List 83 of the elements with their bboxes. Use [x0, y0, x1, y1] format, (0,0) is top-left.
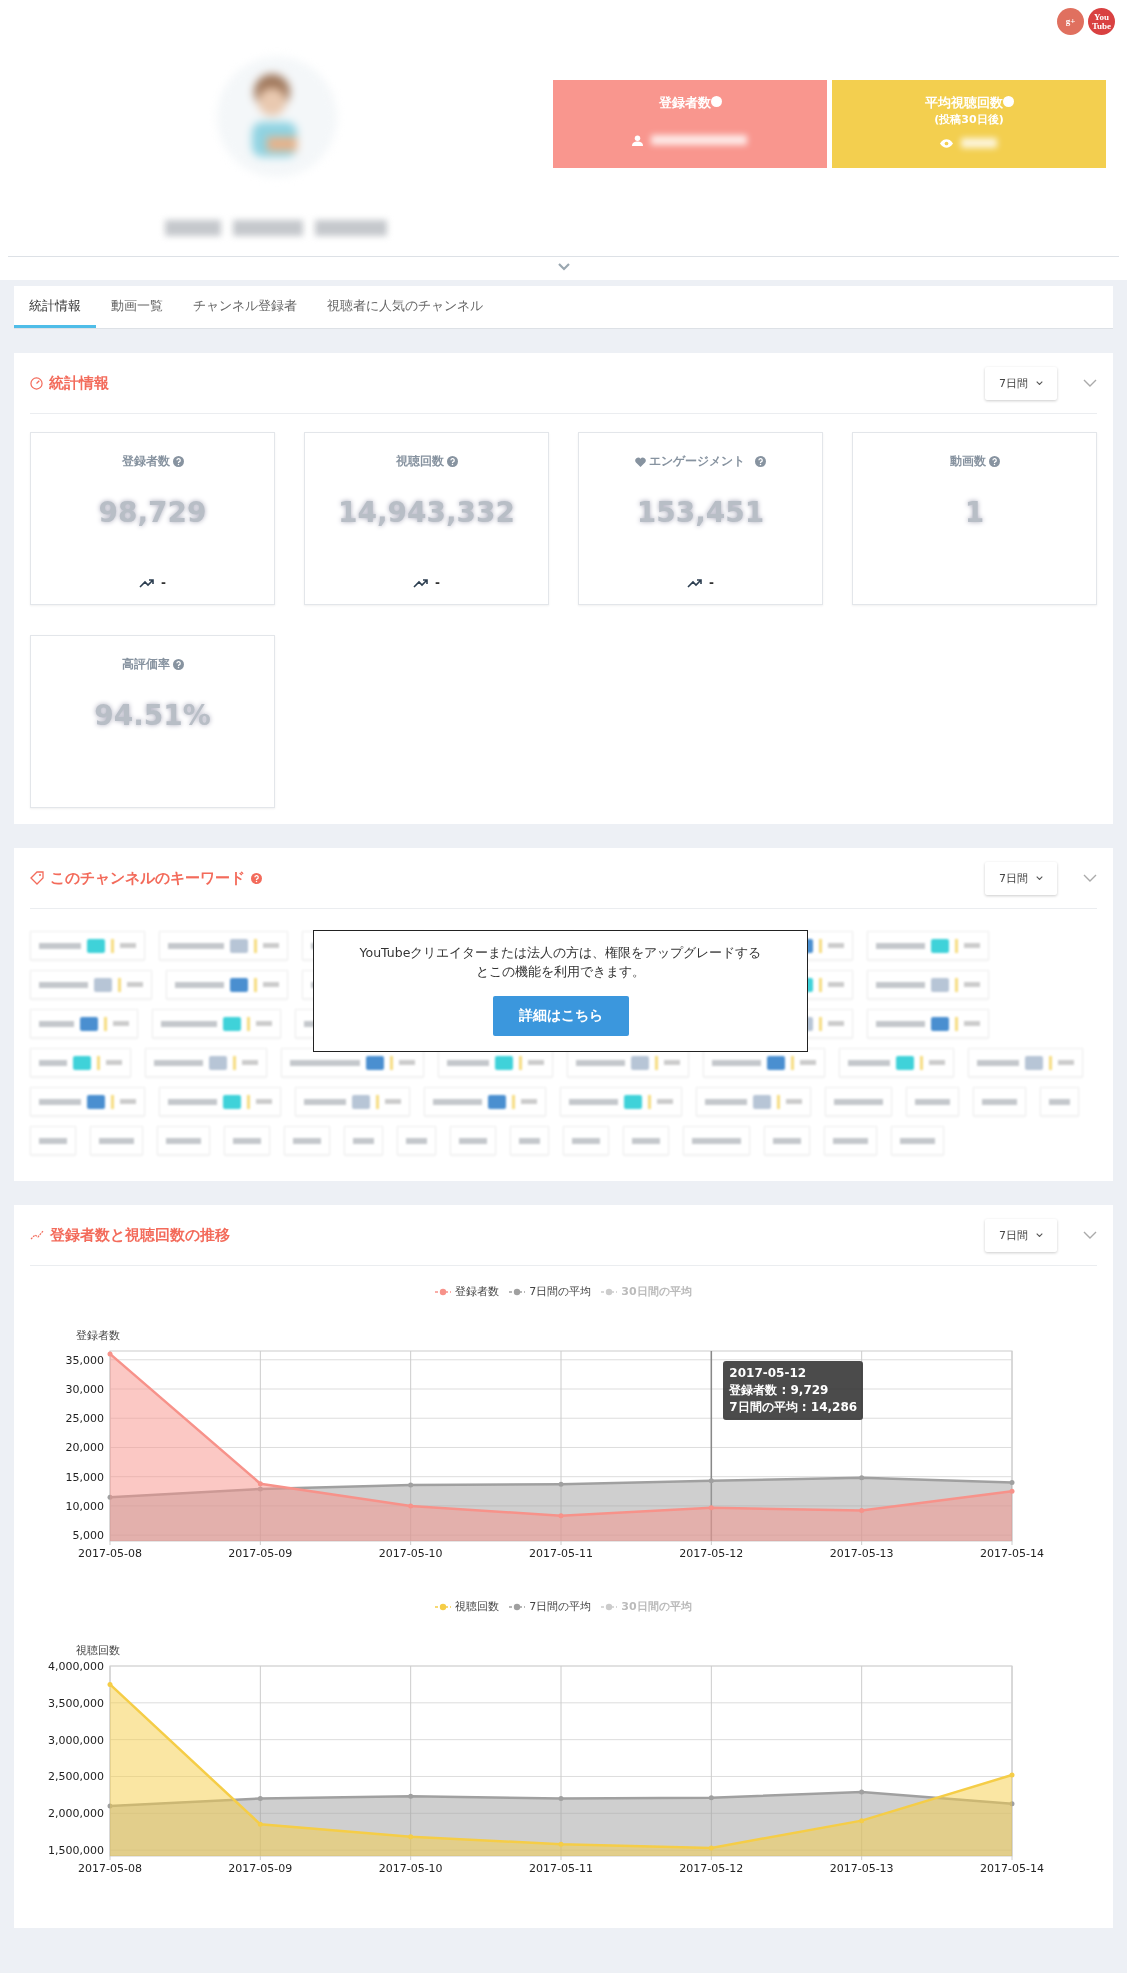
x-tick-label: 2017-05-12 — [679, 1862, 744, 1875]
stat-label: 平均視聴回数 — [924, 94, 1014, 112]
youtube-link[interactable]: You Tube — [1088, 8, 1115, 35]
stat-value: 94.51% — [94, 699, 211, 732]
trend-value: - — [161, 576, 166, 590]
legend-item[interactable]: 登録者数 — [435, 1284, 500, 1299]
heart-icon — [635, 456, 646, 467]
y-tick-label: 15,000 — [65, 1470, 104, 1484]
notice-text: YouTubeクリエイターまたは法人の方は、権限をアップグレードするとこの機能を利用できます。 — [358, 944, 763, 981]
section-title: 登録者数と視聴回数の推移 — [50, 1225, 230, 1245]
x-tick-label: 2017-05-09 — [228, 1547, 293, 1560]
y-tick-label: 30,000 — [65, 1383, 104, 1396]
legend-item[interactable]: 視聴回数 — [435, 1599, 500, 1614]
stat-label: 登録者数 — [658, 94, 722, 112]
eye-icon — [939, 138, 953, 148]
caret-icon — [1036, 875, 1043, 881]
section-title: このチャンネルのキーワード — [50, 868, 245, 888]
stat-value: 14,943,332 — [337, 496, 516, 529]
y-tick-label: 20,000 — [65, 1441, 104, 1455]
chart-tooltip: 2017-05-12 登録者数 : 9,729 7日間の平均 : 14,286 — [723, 1361, 864, 1420]
trend-up-icon — [687, 578, 703, 588]
tab[interactable]: チャンネル登録者 — [178, 286, 312, 328]
stat-value: 98,729 — [98, 496, 207, 529]
trend-value: - — [709, 576, 714, 590]
x-tick-label: 2017-05-10 — [378, 1862, 443, 1875]
y-tick-label: 1,500,000 — [48, 1844, 104, 1858]
legend-marker-icon — [435, 1602, 452, 1611]
expand-chevron-icon[interactable] — [557, 263, 570, 271]
gauge-icon — [30, 376, 43, 390]
legend-marker-icon — [435, 1287, 452, 1296]
x-tick-label: 2017-05-14 — [980, 1862, 1044, 1875]
tab[interactable]: 動画一覧 — [96, 286, 178, 328]
x-tick-label: 2017-05-11 — [529, 1862, 593, 1875]
x-tick-label: 2017-05-09 — [228, 1862, 293, 1875]
stat-card-label: エンゲージメント — [635, 453, 766, 470]
y-tick-label: 5,000 — [72, 1529, 104, 1543]
collapse-chevron-icon[interactable] — [1083, 874, 1097, 882]
y-tick-label: 4,000,000 — [48, 1660, 104, 1673]
collapse-chevron-icon[interactable] — [1083, 379, 1097, 387]
tag-icon — [30, 871, 44, 885]
blurred-number-drawing — [958, 135, 999, 151]
stat-card-label: 視聴回数 — [395, 453, 458, 470]
legend-item[interactable]: 7日間の平均 — [509, 1599, 592, 1614]
trend-value: - — [435, 576, 440, 590]
collapse-chevron-icon[interactable] — [1083, 1231, 1097, 1239]
x-tick-label: 2017-05-08 — [78, 1862, 142, 1875]
x-tick-label: 2017-05-08 — [78, 1547, 142, 1560]
caret-icon — [1036, 1232, 1043, 1238]
trend-up-icon — [139, 578, 155, 588]
y-axis-title: 登録者数 — [76, 1329, 120, 1342]
section-title: 統計情報 — [49, 373, 109, 393]
period-dropdown[interactable]: 7日間 — [985, 1218, 1057, 1252]
trend-up-icon — [413, 578, 429, 588]
x-tick-label: 2017-05-12 — [679, 1547, 744, 1560]
stat-card-label: 高評価率 — [121, 656, 184, 673]
stat-value: 153,451 — [636, 496, 765, 529]
stat-value: 1 — [964, 496, 985, 529]
stat-card-label: 動画数 — [949, 453, 1000, 470]
legend-item[interactable]: 7日間の平均 — [509, 1284, 592, 1299]
tab[interactable]: 視聴者に人気のチャンネル — [312, 286, 498, 328]
tab[interactable]: 統計情報 — [14, 286, 96, 328]
y-axis-title: 視聴回数 — [76, 1644, 120, 1657]
caret-icon — [1036, 380, 1043, 386]
y-tick-label: 25,000 — [65, 1412, 104, 1426]
y-tick-label: 3,000,000 — [48, 1733, 104, 1747]
stat-sublabel: (投稿30日後) — [934, 112, 1004, 127]
y-tick-label: 10,000 — [65, 1499, 104, 1513]
x-tick-label: 2017-05-11 — [529, 1547, 593, 1560]
y-tick-label: 35,000 — [65, 1353, 104, 1367]
legend-marker-icon — [509, 1287, 526, 1296]
legend-marker-icon — [509, 1602, 526, 1611]
stat-card-label: 登録者数 — [121, 453, 184, 470]
trend-line-icon — [30, 1230, 44, 1240]
person-icon — [631, 134, 643, 146]
x-tick-label: 2017-05-13 — [829, 1547, 894, 1560]
x-tick-label: 2017-05-13 — [829, 1862, 894, 1875]
period-dropdown[interactable]: 7日間 — [985, 861, 1057, 895]
x-tick-label: 2017-05-14 — [980, 1547, 1044, 1560]
period-dropdown[interactable]: 7日間 — [985, 366, 1057, 400]
y-tick-label: 3,500,000 — [48, 1696, 104, 1710]
x-tick-label: 2017-05-10 — [378, 1547, 443, 1560]
y-tick-label: 2,000,000 — [48, 1807, 104, 1821]
y-tick-label: 2,500,000 — [48, 1770, 104, 1784]
